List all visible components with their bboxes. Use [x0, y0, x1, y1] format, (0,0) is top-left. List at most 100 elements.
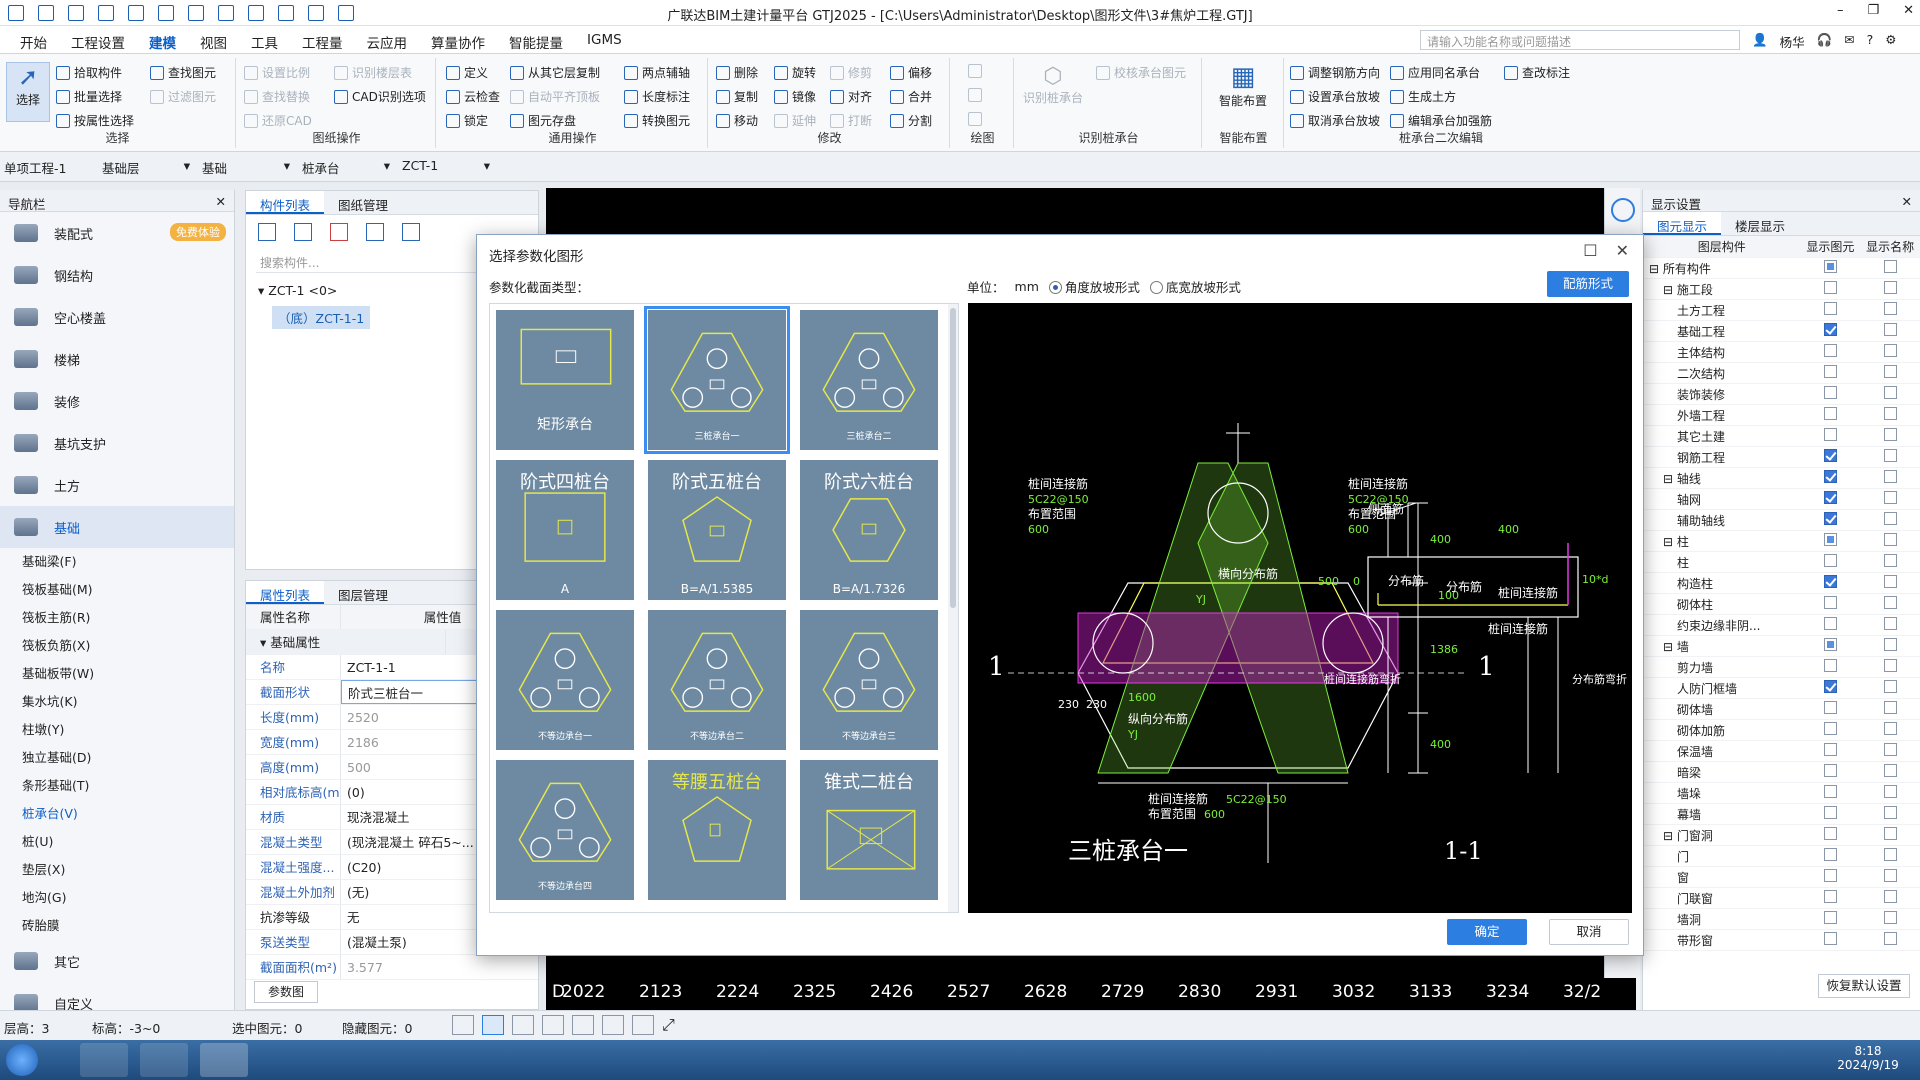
display-row[interactable]: 砌体加筋: [1643, 720, 1920, 741]
reset-default-button[interactable]: 恢复默认设置: [1818, 974, 1910, 998]
display-row[interactable]: 窗: [1643, 867, 1920, 888]
show-name-checkbox[interactable]: [1883, 428, 1897, 441]
display-row[interactable]: 外墙工程: [1643, 405, 1920, 426]
display-row[interactable]: ⊟ 施工段: [1643, 279, 1920, 300]
user-avatar-icon[interactable]: 👤: [1752, 32, 1768, 51]
shape-option[interactable]: 不等边承台四: [494, 758, 636, 902]
show-element-checkbox[interactable]: [1823, 344, 1837, 357]
offset-snap-icon[interactable]: [572, 1015, 594, 1035]
show-name-checkbox[interactable]: [1883, 680, 1897, 693]
help-icon[interactable]: ?: [1867, 32, 1874, 51]
shape-option[interactable]: 等腰五桩台: [646, 758, 788, 902]
show-name-checkbox[interactable]: [1883, 890, 1897, 903]
nav-subitem[interactable]: 柱墩(Y): [0, 716, 234, 744]
property-value[interactable]: 3.577: [341, 955, 538, 979]
start-button[interactable]: [6, 1044, 38, 1076]
view-cube-icon[interactable]: [1611, 198, 1635, 222]
tab-component-list[interactable]: 构件列表: [246, 191, 325, 214]
show-element-checkbox[interactable]: [1823, 407, 1837, 420]
show-name-checkbox[interactable]: [1883, 932, 1897, 945]
component-select[interactable]: ZCT-1 ▾: [402, 158, 494, 173]
recognize-floor-table-button[interactable]: 识别楼层表: [334, 64, 412, 81]
apply-same-cap-button[interactable]: 应用同名承台: [1390, 64, 1480, 81]
show-element-checkbox[interactable]: [1823, 386, 1837, 399]
angle-icon[interactable]: [542, 1015, 564, 1035]
shape-option[interactable]: 阶式四桩台 A: [494, 458, 636, 602]
shape-option[interactable]: 不等边承台二: [646, 608, 788, 752]
display-row[interactable]: 约束边缘非阴...: [1643, 615, 1920, 636]
smart-layout-button[interactable]: ▦ 智能布置: [1212, 62, 1274, 109]
pick-component-button[interactable]: 拾取构件: [56, 64, 122, 81]
tab-layer-management[interactable]: 图层管理: [324, 581, 402, 604]
layer-copy-icon[interactable]: [366, 223, 384, 241]
collapse-icon[interactable]: ⊟: [1663, 640, 1677, 654]
show-element-checkbox[interactable]: [1823, 827, 1837, 840]
free-trial-badge[interactable]: 免费体验: [170, 223, 226, 241]
find-replace-button[interactable]: 查找替换: [244, 88, 310, 105]
show-name-checkbox[interactable]: [1883, 449, 1897, 462]
nav-subitem[interactable]: 地沟(G): [0, 884, 234, 912]
lock-button[interactable]: 锁定: [446, 112, 488, 129]
select-button[interactable]: ➚ 选择: [6, 62, 50, 122]
generate-earthwork-button[interactable]: 生成土方: [1390, 88, 1456, 105]
settings-icon[interactable]: ⚙: [1885, 32, 1896, 51]
save-element-button[interactable]: 图元存盘: [510, 112, 576, 129]
display-row[interactable]: 保温墙: [1643, 741, 1920, 762]
floor-select[interactable]: 基础层 ▾: [102, 158, 194, 177]
show-element-checkbox[interactable]: [1823, 659, 1837, 672]
draw-line-button[interactable]: [968, 88, 982, 102]
two-point-axis-button[interactable]: 两点辅轴: [624, 64, 690, 81]
nav-item[interactable]: 钢结构: [0, 254, 234, 296]
show-element-checkbox[interactable]: [1823, 806, 1837, 819]
break-button[interactable]: 打断: [830, 112, 872, 129]
collapse-icon[interactable]: ⊟: [1663, 283, 1677, 297]
show-element-checkbox[interactable]: [1823, 260, 1837, 273]
find-element-button[interactable]: 查找图元: [150, 64, 216, 81]
shape-option[interactable]: 矩形承台: [494, 308, 636, 452]
tab-floor-display[interactable]: 楼层显示: [1721, 212, 1799, 235]
nav-subitem[interactable]: 条形基础(T): [0, 772, 234, 800]
show-name-checkbox[interactable]: [1883, 848, 1897, 861]
nav-item[interactable]: 基础: [0, 506, 234, 548]
nav-subitem[interactable]: 筏板主筋(R): [0, 604, 234, 632]
nav-item[interactable]: 空心楼盖: [0, 296, 234, 338]
shape-option[interactable]: 不等边承台一: [494, 608, 636, 752]
show-name-checkbox[interactable]: [1883, 533, 1897, 546]
tab-drawing-management[interactable]: 图纸管理: [324, 191, 402, 214]
show-element-checkbox[interactable]: [1823, 575, 1837, 588]
copy-button[interactable]: 复制: [716, 88, 758, 105]
recognize-pile-cap-button[interactable]: ⬡ 识别桩承台: [1020, 64, 1086, 106]
show-element-checkbox[interactable]: [1823, 890, 1837, 903]
shape-option[interactable]: 锥式二桩台: [798, 758, 940, 902]
length-dimension-button[interactable]: 长度标注: [624, 88, 690, 105]
show-element-checkbox[interactable]: [1823, 701, 1837, 714]
cad-options-button[interactable]: CAD识别选项: [334, 88, 426, 105]
rebar-config-button[interactable]: 配筋形式: [1547, 271, 1629, 297]
delete-component-icon[interactable]: [330, 223, 348, 241]
nav-subitem[interactable]: 垫层(X): [0, 856, 234, 884]
ortho-icon[interactable]: [452, 1015, 474, 1035]
show-name-checkbox[interactable]: [1883, 260, 1897, 273]
taskbar-app-1[interactable]: [80, 1043, 128, 1077]
user-name[interactable]: 杨华: [1780, 32, 1805, 51]
display-row[interactable]: 基础工程: [1643, 321, 1920, 342]
taskbar-clock[interactable]: 8:18 2024/9/19: [1830, 1044, 1906, 1072]
show-name-checkbox[interactable]: [1883, 302, 1897, 315]
type-select[interactable]: 桩承台 ▾: [302, 158, 394, 177]
show-name-checkbox[interactable]: [1883, 554, 1897, 567]
display-row[interactable]: 剪力墙: [1643, 657, 1920, 678]
show-element-checkbox[interactable]: [1823, 365, 1837, 378]
draw-point-button[interactable]: [968, 64, 982, 78]
show-name-checkbox[interactable]: [1883, 764, 1897, 777]
cancel-cap-slope-button[interactable]: 取消承台放坡: [1290, 112, 1380, 129]
collapse-icon[interactable]: ⊟: [1663, 472, 1677, 486]
shape-option[interactable]: 不等边承台三: [798, 608, 940, 752]
function-search-input[interactable]: 请输入功能名称或问题描述: [1420, 30, 1740, 50]
show-element-checkbox[interactable]: [1823, 785, 1837, 798]
show-name-checkbox[interactable]: [1883, 575, 1897, 588]
display-row[interactable]: 砌体柱: [1643, 594, 1920, 615]
display-row[interactable]: 装饰装修: [1643, 384, 1920, 405]
show-name-checkbox[interactable]: [1883, 596, 1897, 609]
show-element-checkbox[interactable]: [1823, 554, 1837, 567]
display-row[interactable]: 门: [1643, 846, 1920, 867]
